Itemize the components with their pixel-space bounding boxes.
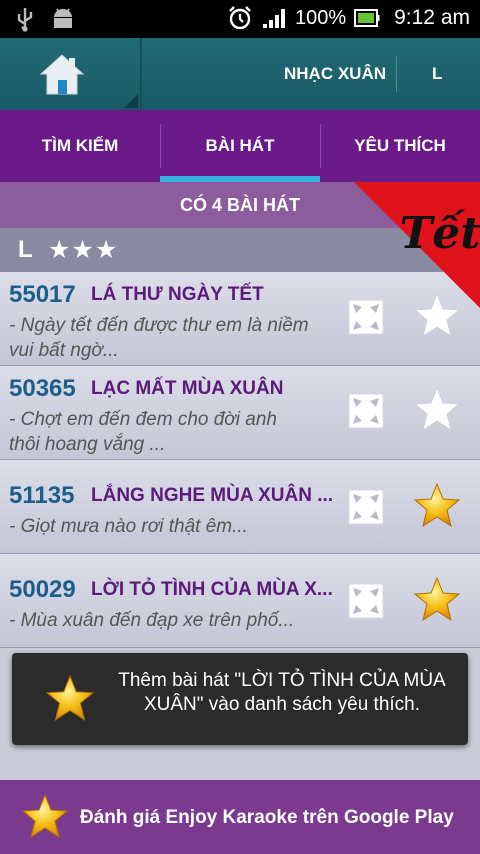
tab-bar: TÌM KIẾM BÀI HÁT YÊU THÍCH: [0, 110, 480, 182]
favorite-star-icon[interactable]: [412, 575, 462, 625]
song-row[interactable]: 50029 LỜI TỎ TÌNH CỦA MÙA X... - Mùa xuâ…: [0, 554, 480, 648]
star-icon: [45, 674, 95, 721]
song-code: 50029: [9, 576, 76, 603]
song-title: LÁ THƯ NGÀY TẾT: [91, 284, 264, 305]
favorite-star-icon[interactable]: [412, 481, 462, 531]
song-code: 50365: [9, 375, 76, 402]
song-lyric: - Chợt em đến đem cho đời anh thôi hoang…: [9, 409, 277, 455]
tet-badge-text: Tết: [399, 208, 480, 259]
battery-icon: [354, 9, 380, 27]
song-lyric: - Ngày tết đến được thư em là niềm vui b…: [9, 315, 309, 361]
clock: 9:12 am: [394, 6, 470, 29]
signal-icon: [262, 9, 285, 28]
app-bar-divider: [396, 56, 397, 92]
status-bar: 100% 9:12 am: [0, 0, 480, 38]
toast-message: Thêm bài hát "LỜI TỎ TÌNH CỦA MÙA XUÂN" …: [118, 670, 446, 715]
tab-favorites[interactable]: YÊU THÍCH: [320, 110, 480, 182]
tet-badge: Tết: [354, 182, 480, 308]
expand-icon[interactable]: [348, 583, 384, 619]
song-title: LẠC MẤT MÙA XUÂN: [91, 378, 284, 399]
group-letter: L: [18, 236, 33, 263]
song-lyric: - Giọt mưa nào rơi thật êm...: [9, 516, 248, 537]
tab-search[interactable]: TÌM KIẾM: [0, 110, 160, 182]
song-row[interactable]: 50365 LẠC MẤT MÙA XUÂN - Chợt em đến đem…: [0, 366, 480, 460]
app-bar: NHẠC XUÂN L: [0, 38, 480, 110]
app-title[interactable]: NHẠC XUÂN: [284, 64, 386, 84]
home-icon: [39, 54, 85, 95]
song-row[interactable]: 51135 LẮNG NGHE MÙA XUÂN ... - Giọt mưa …: [0, 460, 480, 554]
expand-icon[interactable]: [348, 489, 384, 525]
song-lyric: - Mùa xuân đến đạp xe trên phố...: [9, 610, 295, 631]
home-button[interactable]: [0, 38, 142, 110]
song-code: 55017: [9, 281, 76, 308]
song-title: LẮNG NGHE MÙA XUÂN ...: [91, 485, 334, 506]
tab-songs[interactable]: BÀI HÁT: [160, 110, 320, 182]
group-rating-stars: ★★★: [48, 236, 119, 264]
usb-icon: [17, 8, 33, 32]
toast-notification: Thêm bài hát "LỜI TỎ TÌNH CỦA MÙA XUÂN" …: [12, 653, 468, 745]
android-debug-icon: [54, 8, 72, 28]
battery-percent: 100%: [294, 6, 347, 29]
expand-icon[interactable]: [348, 393, 384, 429]
letter-filter-button[interactable]: L: [432, 64, 442, 84]
rate-app-label: Đánh giá Enjoy Karaoke trên Google Play: [80, 807, 454, 828]
star-icon: [21, 793, 69, 839]
rate-app-bar[interactable]: Đánh giá Enjoy Karaoke trên Google Play: [0, 780, 480, 854]
menu-corner-indicator: [124, 94, 138, 108]
favorite-star-icon[interactable]: [412, 385, 462, 435]
alarm-icon: [229, 6, 251, 30]
song-code: 51135: [9, 482, 75, 509]
song-title: LỜI TỎ TÌNH CỦA MÙA X...: [91, 579, 333, 600]
